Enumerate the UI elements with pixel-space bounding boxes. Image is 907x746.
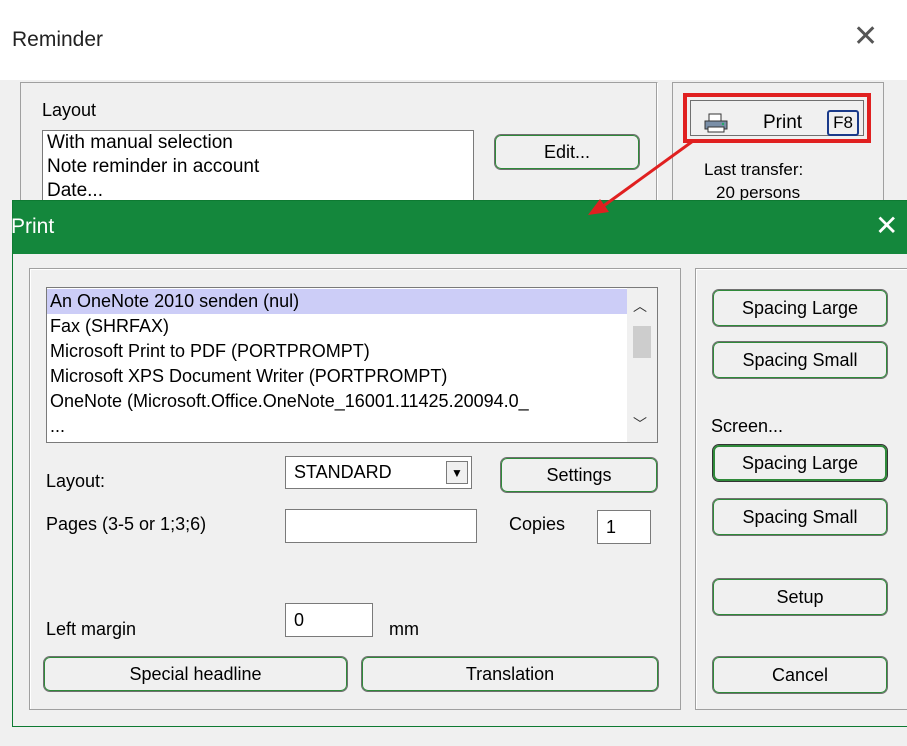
special-headline-button[interactable]: Special headline bbox=[43, 656, 348, 692]
printer-list-item[interactable]: ... bbox=[47, 414, 628, 439]
layout-select[interactable]: STANDARD ▼ bbox=[285, 456, 472, 489]
reminder-layout-label: Layout bbox=[42, 100, 97, 120]
print-button-face: Print F8 bbox=[690, 100, 864, 136]
left-margin-label: Left margin bbox=[46, 619, 137, 639]
printer-list-item[interactable]: Fax (SHRFAX) bbox=[47, 314, 628, 339]
screen-spacing-small-button[interactable]: Spacing Small bbox=[712, 498, 888, 536]
pages-input[interactable] bbox=[285, 509, 477, 543]
cancel-button[interactable]: Cancel bbox=[712, 656, 888, 694]
copies-input[interactable]: 1 bbox=[597, 510, 651, 544]
printer-list-item[interactable]: OneNote (Microsoft.Office.OneNote_16001.… bbox=[47, 389, 628, 414]
dropdown-arrow-icon[interactable]: ▼ bbox=[446, 461, 468, 484]
scrollbar-thumb[interactable] bbox=[633, 326, 651, 358]
last-transfer-label: Last transfer: bbox=[704, 160, 804, 179]
setup-button[interactable]: Setup bbox=[712, 578, 888, 616]
screen-label: Screen... bbox=[711, 416, 784, 436]
print-spacing-small-button[interactable]: Spacing Small bbox=[712, 341, 888, 379]
print-dialog-title: Print bbox=[11, 215, 55, 238]
reminder-close-icon[interactable]: ✕ bbox=[853, 22, 878, 52]
printer-icon bbox=[704, 113, 728, 133]
chevron-down-icon[interactable]: ﹀ bbox=[633, 414, 647, 434]
screen-spacing-large-button[interactable]: Spacing Large bbox=[712, 444, 888, 482]
print-button-label: Print bbox=[763, 112, 803, 133]
print-spacing-large-button[interactable]: Spacing Large bbox=[712, 289, 888, 327]
print-button[interactable]: Print F8 bbox=[683, 93, 871, 143]
layout-select-value: STANDARD bbox=[294, 462, 392, 482]
shortcut-badge: F8 bbox=[827, 110, 859, 136]
print-close-icon[interactable]: ✕ bbox=[875, 211, 898, 241]
edit-button[interactable]: Edit... bbox=[494, 134, 640, 170]
list-item[interactable]: With manual selection bbox=[43, 131, 473, 155]
settings-button[interactable]: Settings bbox=[500, 457, 658, 493]
list-item[interactable]: Note reminder in account bbox=[43, 155, 473, 179]
printer-list[interactable]: An OneNote 2010 senden (nul) Fax (SHRFAX… bbox=[46, 287, 658, 443]
margin-unit-label: mm bbox=[389, 619, 419, 639]
print-actions-group bbox=[695, 268, 907, 710]
translation-button[interactable]: Translation bbox=[361, 656, 659, 692]
pages-label: Pages (3-5 or 1;3;6) bbox=[46, 514, 207, 534]
printer-list-item[interactable]: An OneNote 2010 senden (nul) bbox=[47, 289, 628, 314]
printer-list-scrollbar[interactable]: ︿ ﹀ bbox=[627, 288, 657, 442]
reminder-title: Reminder bbox=[12, 28, 104, 51]
printer-list-item[interactable]: Microsoft Print to PDF (PORTPROMPT) bbox=[47, 339, 628, 364]
settings-button-label: Settings bbox=[546, 464, 612, 485]
print-dialog: Print ✕ An OneNote 2010 senden (nul) Fax… bbox=[11, 200, 907, 727]
left-margin-input[interactable]: 0 bbox=[285, 603, 373, 637]
print-titlebar: Print ✕ bbox=[11, 201, 907, 254]
printer-list-item[interactable]: Microsoft XPS Document Writer (PORTPROMP… bbox=[47, 364, 628, 389]
copies-label: Copies bbox=[509, 514, 566, 534]
reminder-titlebar bbox=[0, 0, 907, 80]
chevron-up-icon[interactable]: ︿ bbox=[633, 296, 647, 316]
layout-label: Layout: bbox=[46, 471, 106, 491]
